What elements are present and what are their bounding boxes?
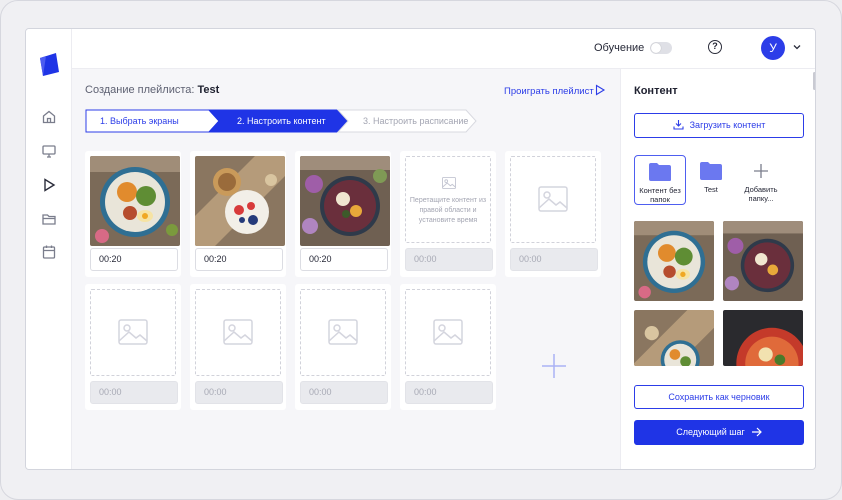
duration-input[interactable]: 00:20 [195, 248, 283, 271]
app-logo-icon[interactable] [38, 52, 60, 76]
empty-tile[interactable]: 00:00 [400, 284, 496, 410]
app-window: Обучение ? У Создание плейлиста: Test Пр… [25, 28, 816, 470]
content-thumbnail[interactable] [634, 310, 714, 366]
learning-label: Обучение [594, 42, 645, 54]
step-select-screens[interactable]: 1. Выбрать экраны [100, 109, 179, 133]
duration-input: 00:00 [195, 381, 283, 404]
duration-input: 00:00 [405, 248, 493, 271]
page-title-prefix: Создание плейлиста: [85, 84, 195, 96]
empty-tile[interactable]: 00:00 [85, 284, 181, 410]
content-thumbnail[interactable] [723, 310, 803, 366]
learning-toggle[interactable] [650, 42, 672, 54]
folder-label: Добавить папку... [744, 185, 778, 203]
next-step-label: Следующий шаг [676, 427, 745, 437]
image-placeholder-icon [433, 319, 463, 345]
upload-label: Загрузить контент [689, 120, 766, 130]
tile-image [195, 156, 285, 246]
arrow-right-icon [751, 427, 762, 437]
upload-content-button[interactable]: Загрузить контент [634, 113, 804, 138]
top-header: Обучение ? У [72, 29, 815, 69]
playlist-tile[interactable]: 00:20 [190, 151, 286, 277]
play-outline-icon[interactable] [594, 84, 606, 96]
duration-input: 00:00 [300, 381, 388, 404]
stepper: 1. Выбрать экраны 2. Настроить контент 3… [85, 109, 477, 133]
step-configure-content[interactable]: 2. Настроить контент [237, 109, 326, 133]
next-step-button[interactable]: Следующий шаг [634, 420, 804, 445]
playlist-name: Test [197, 84, 220, 96]
duration-input: 00:00 [405, 381, 493, 404]
drop-hint: Перетащите контент из правой области и у… [409, 197, 487, 224]
image-placeholder-icon [442, 177, 456, 189]
image-placeholder-icon [118, 319, 148, 345]
drop-zone-tile[interactable]: Перетащите контент из правой области и у… [400, 151, 496, 277]
content-panel: Контент Загрузить контент Контент без па… [620, 69, 815, 469]
main-area: Создание плейлиста: Test Проиграть плейл… [72, 69, 620, 469]
panel-title: Контент [634, 85, 678, 97]
empty-tile[interactable]: 00:00 [505, 151, 601, 277]
toggle-knob [651, 43, 661, 53]
content-thumbnail[interactable] [723, 221, 803, 301]
image-placeholder-icon [328, 319, 358, 345]
image-placeholder-icon [223, 319, 253, 345]
duration-input: 00:00 [90, 381, 178, 404]
step-configure-schedule[interactable]: 3. Настроить расписание [363, 109, 468, 133]
left-rail [26, 29, 72, 469]
folder-test[interactable]: Test [685, 155, 737, 205]
empty-tile[interactable]: 00:00 [295, 284, 391, 410]
playlist-tile[interactable]: 00:20 [85, 151, 181, 277]
step-label: 3. Настроить расписание [363, 116, 469, 126]
calendar-icon[interactable] [41, 244, 57, 260]
upload-icon [673, 120, 684, 130]
add-tile-icon[interactable] [541, 353, 567, 379]
folder-label: Контент без папок [639, 186, 681, 204]
duration-input[interactable]: 00:20 [300, 248, 388, 271]
image-placeholder-icon [538, 186, 568, 212]
folder-icon [649, 163, 671, 181]
page-title: Создание плейлиста: Test [85, 84, 219, 96]
tile-image [90, 156, 180, 246]
folder-label: Test [704, 185, 718, 194]
home-icon[interactable] [41, 109, 57, 125]
step-label: 2. Настроить контент [237, 116, 326, 126]
add-folder[interactable]: Добавить папку... [735, 155, 787, 205]
duration-input: 00:00 [510, 248, 598, 271]
panel-scrollbar[interactable] [813, 72, 815, 90]
plus-icon [754, 164, 768, 178]
chevron-down-icon[interactable] [792, 42, 802, 52]
duration-input[interactable]: 00:20 [90, 248, 178, 271]
playlist-tile[interactable]: 00:20 [295, 151, 391, 277]
folder-icon[interactable] [41, 211, 57, 227]
folder-no-folder[interactable]: Контент без папок [634, 155, 686, 205]
avatar[interactable]: У [761, 36, 785, 60]
monitor-icon[interactable] [41, 143, 57, 159]
play-icon[interactable] [41, 177, 57, 193]
content-thumbnail[interactable] [634, 221, 714, 301]
help-icon[interactable]: ? [708, 40, 722, 54]
empty-tile[interactable]: 00:00 [190, 284, 286, 410]
step-label: 1. Выбрать экраны [100, 116, 179, 126]
play-playlist-link[interactable]: Проиграть плейлист [504, 86, 594, 97]
save-draft-button[interactable]: Сохранить как черновик [634, 385, 804, 409]
tile-image [300, 156, 390, 246]
folder-icon [700, 162, 722, 180]
